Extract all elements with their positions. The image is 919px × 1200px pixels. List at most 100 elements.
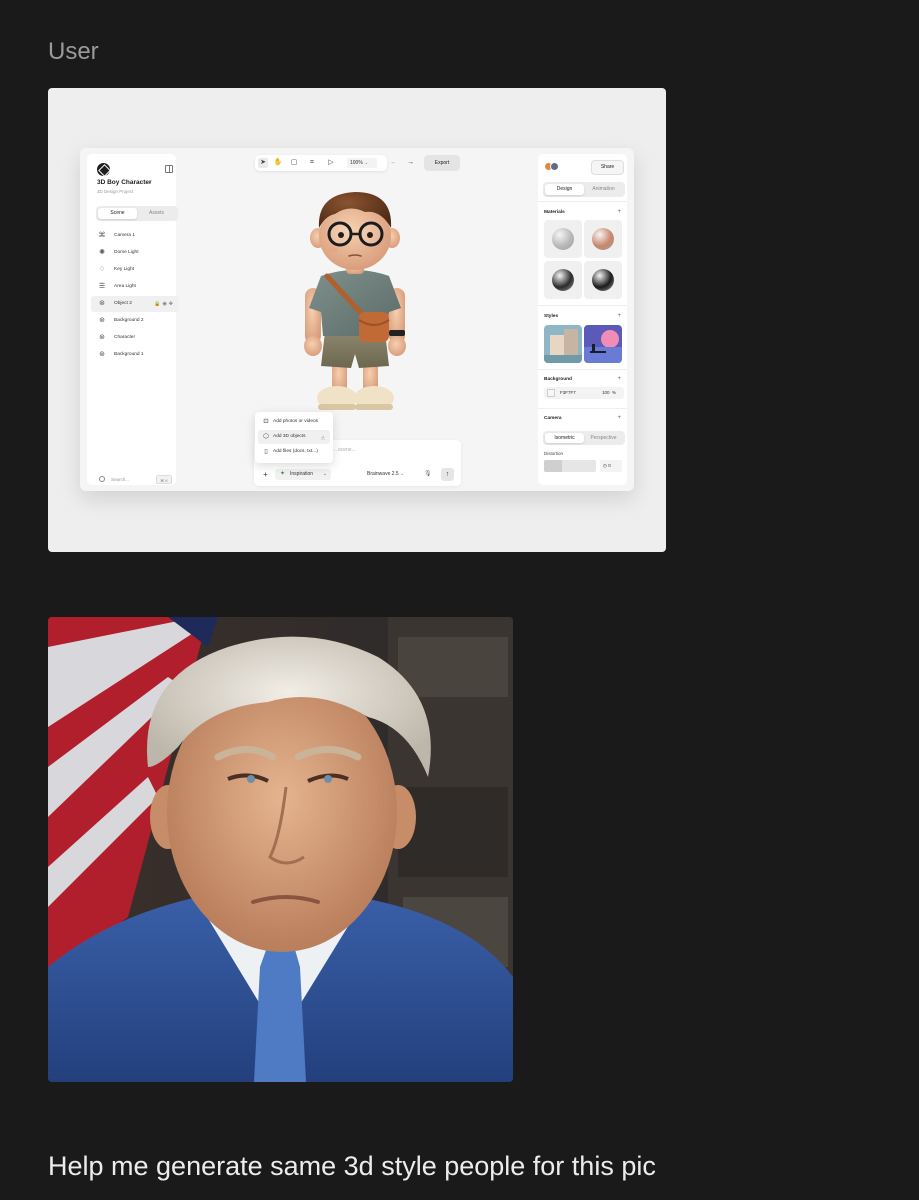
material-sphere <box>592 228 614 250</box>
scene-item[interactable]: ⊛ Object 2 🔒◉✥ <box>91 296 179 312</box>
divider <box>538 305 627 306</box>
play-icon[interactable]: ▷ <box>326 158 336 168</box>
tab-perspective[interactable]: Perspective <box>584 433 623 443</box>
undo-arrow-icon[interactable]: ← <box>390 158 397 168</box>
tab-isometric[interactable]: Isometric <box>545 433 584 443</box>
chevron-down-icon[interactable]: ⌄ <box>148 179 152 185</box>
chevron-down-icon: ⌄ <box>364 160 369 166</box>
add-camera-icon[interactable]: + <box>617 415 621 421</box>
scene-item[interactable]: ♢ Key Light <box>91 262 179 278</box>
camera-mode-tabs: Isometric Perspective <box>543 431 625 445</box>
plus-icon[interactable]: + <box>260 469 271 480</box>
export-button[interactable]: Export <box>424 155 460 171</box>
role-label: User <box>48 38 99 65</box>
scene-search[interactable]: Search... ⌘ K <box>94 474 174 488</box>
crop-tool-icon[interactable]: ⌗ <box>307 158 317 168</box>
area-light-icon: ☰ <box>98 283 106 290</box>
scene-item-actions-icon[interactable]: 🔒◉✥ <box>154 300 175 308</box>
style-thumbnail-architecture[interactable] <box>544 325 582 363</box>
styles-heading: Styles <box>544 314 559 319</box>
material-swatch[interactable] <box>544 261 582 299</box>
image-icon: ⊡ <box>263 418 269 425</box>
scene-item-label: Area Light <box>114 284 136 289</box>
color-swatch[interactable] <box>547 389 555 397</box>
background-color-field[interactable]: F3F7F7 100 % <box>544 387 624 399</box>
share-button[interactable]: Share <box>591 160 624 175</box>
project-title[interactable]: 3D Boy Character <box>97 179 152 186</box>
material-swatch[interactable] <box>584 220 622 258</box>
menu-item-add-3d-objects[interactable]: ⬡ Add 3D objects ☝ <box>258 430 330 444</box>
app-logo-icon <box>97 163 110 176</box>
canvas-toolbar: ➤ ✋ ▢ ⌗ ▷ 100% ⌄ <box>255 155 387 171</box>
distortion-value-field[interactable]: ◷ 0 <box>600 460 622 472</box>
attachment-design-app-screenshot[interactable]: 3D Boy Character ⌄ 3D Design Project Sce… <box>48 88 666 552</box>
add-material-icon[interactable]: + <box>617 209 621 215</box>
add-content-menu: ⊡ Add photos or videos ⬡ Add 3D objects … <box>255 412 333 463</box>
inspiration-label: Inspiration <box>290 471 314 477</box>
tab-scene[interactable]: Scene <box>98 208 137 219</box>
tab-design[interactable]: Design <box>545 184 584 195</box>
select-tool-icon[interactable]: ➤ <box>258 158 268 168</box>
style-thumbnail-sunset[interactable] <box>584 325 622 363</box>
model-selector[interactable]: Brainwave 2.5 ⌄ <box>367 469 404 480</box>
add-style-icon[interactable]: + <box>617 313 621 319</box>
scene-item[interactable]: ⌘ Camera 1 <box>91 228 179 244</box>
send-arrow-button[interactable]: ↑ <box>441 468 454 481</box>
left-panel-tabs: Scene Assets <box>96 206 178 221</box>
scene-item[interactable]: ✺ Dome Light <box>91 245 179 261</box>
chevron-down-icon: ⌄ <box>322 471 327 477</box>
material-sphere <box>552 269 574 291</box>
opacity-unit: % <box>612 390 617 395</box>
comment-tool-icon[interactable]: ▢ <box>289 158 299 168</box>
dome-light-icon: ✺ <box>99 249 105 256</box>
scene-item[interactable]: ☰ Area Light <box>91 279 179 295</box>
sidebar-toggle-icon[interactable] <box>165 165 173 173</box>
distortion-value: 0 <box>608 463 611 468</box>
file-icon: ▯ <box>264 448 268 455</box>
scene-item[interactable]: ⊛ Background 1 <box>91 347 179 363</box>
redo-arrow-icon[interactable]: → <box>407 158 414 168</box>
background-hex-value: F3F7F7 <box>560 390 576 395</box>
scene-item-label: Background 2 <box>114 318 144 323</box>
avatar[interactable] <box>550 162 559 171</box>
distortion-slider-fill <box>544 460 563 472</box>
material-swatch[interactable] <box>544 220 582 258</box>
clock-icon: ◷ <box>603 463 607 468</box>
menu-item-add-photos[interactable]: ⊡ Add photos or videos <box>258 415 330 429</box>
menu-item-add-files[interactable]: ▯ Add files (docs, txt...) <box>258 445 330 459</box>
camera-heading: Camera <box>544 416 562 421</box>
cube-icon: ⬡ <box>263 433 269 440</box>
scene-item-label: Object 2 <box>114 301 132 306</box>
object-icon: ⊛ <box>99 351 105 358</box>
inspiration-dropdown[interactable]: ✦ Inspiration ⌄ <box>275 469 331 480</box>
sparkle-icon: ✦ <box>280 471 286 477</box>
design-app-window: 3D Boy Character ⌄ 3D Design Project Sce… <box>80 148 634 491</box>
background-opacity[interactable]: 100 % <box>602 387 616 399</box>
scene-item[interactable]: ⊛ Character <box>91 330 179 346</box>
attachment-portrait-photo[interactable] <box>48 617 513 1082</box>
search-icon <box>99 476 105 482</box>
object-icon: ⊛ <box>99 300 105 307</box>
object-icon: ⊛ <box>99 317 105 324</box>
tab-assets[interactable]: Assets <box>137 208 176 219</box>
right-panel: Share Design Animation Materials + Style… <box>538 154 627 485</box>
zoom-dropdown[interactable]: 100% ⌄ <box>347 158 377 168</box>
search-placeholder: Search... <box>111 477 130 482</box>
scene-item-label: Dome Light <box>114 250 139 255</box>
distortion-slider[interactable] <box>544 460 596 472</box>
scene-item[interactable]: ⊛ Background 2 <box>91 313 179 329</box>
opacity-value: 100 <box>602 390 610 395</box>
tab-animation[interactable]: Animation <box>584 184 623 195</box>
right-panel-tabs: Design Animation <box>543 182 625 197</box>
add-background-icon[interactable]: + <box>617 376 621 382</box>
hand-cursor-icon: ☝ <box>321 436 325 442</box>
distortion-label: Distortion <box>544 451 564 456</box>
hand-tool-icon[interactable]: ✋ <box>273 158 283 168</box>
key-light-icon: ♢ <box>98 266 106 273</box>
scene-item-label: Background 1 <box>114 352 144 357</box>
divider <box>538 408 627 409</box>
material-swatch[interactable] <box>584 261 622 299</box>
microphone-icon[interactable]: 🎙 <box>424 469 432 480</box>
object-icon: ⊛ <box>99 334 105 341</box>
3d-boy-character-image[interactable] <box>285 184 425 424</box>
